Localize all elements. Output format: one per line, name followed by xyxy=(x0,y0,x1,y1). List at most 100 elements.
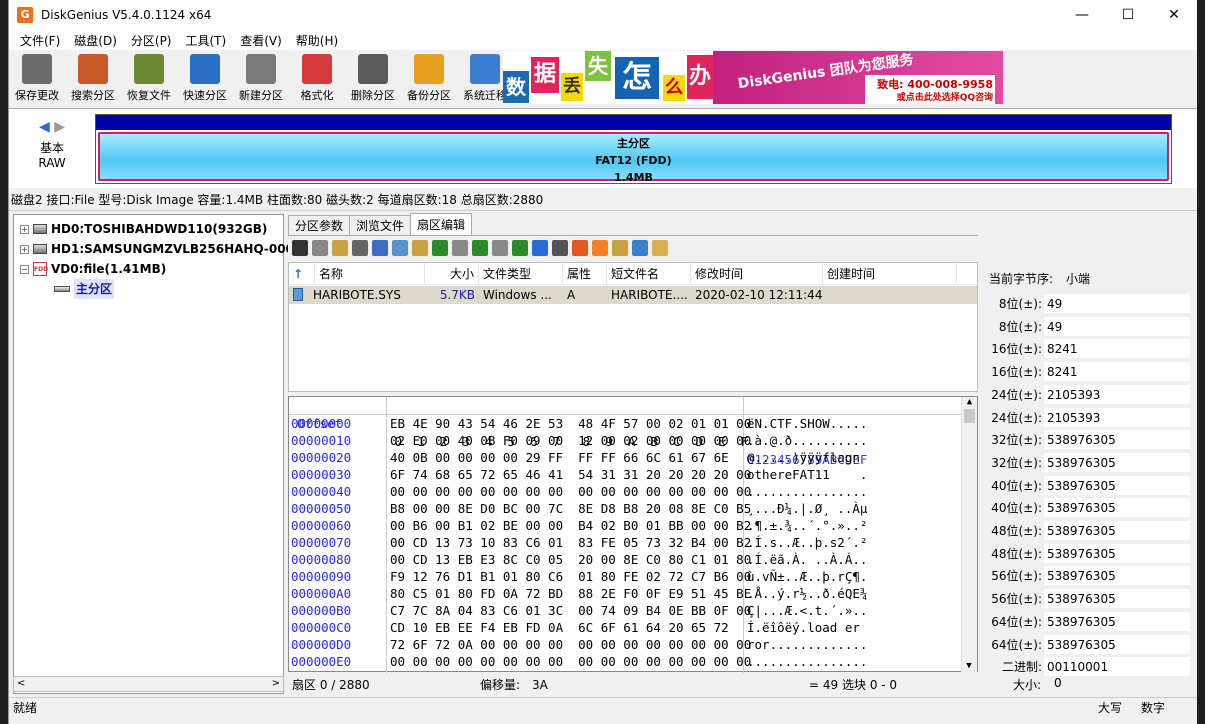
inspector-value[interactable]: 49 xyxy=(1044,294,1190,313)
hex-row[interactable]: 00000060 00 B6 00 B1 02 BE 00 00 B4 02 B0… xyxy=(289,517,977,534)
hex-row[interactable]: 000000D0 72 6F 72 0A 00 00 00 00 00 00 00… xyxy=(289,636,977,653)
menu-help[interactable]: 帮助(H) xyxy=(289,32,345,49)
hex-row[interactable]: 000000B0 C7 7C 8A 04 83 C6 01 3C 00 74 09… xyxy=(289,602,977,619)
scroll-right-icon[interactable]: > xyxy=(272,678,280,689)
export-icon[interactable] xyxy=(612,240,628,256)
tab-sector-edit[interactable]: 扇区编辑 xyxy=(410,213,473,235)
inspector-value[interactable]: 538976305 xyxy=(1044,475,1190,495)
toolbar-button[interactable]: 新建分区 xyxy=(233,52,289,103)
collapse-toggle[interactable]: − xyxy=(20,264,29,274)
inspector-value[interactable]: 8241 xyxy=(1044,362,1190,382)
inspector-value[interactable]: 538976305 xyxy=(1044,498,1190,518)
next-disk-icon[interactable]: ▶ xyxy=(54,119,65,135)
ad-banner[interactable]: 数 据 丢 失 怎 么 办 DiskGenius 团队为您服务 致电: 400-… xyxy=(503,51,1003,104)
inspector-value[interactable]: 538976305 xyxy=(1044,430,1190,450)
hex-row[interactable]: 00000050 B8 00 00 8E D0 BC 00 7C 8E D8 B8… xyxy=(289,500,977,517)
inspector-value[interactable]: 2105393 xyxy=(1044,384,1190,404)
undo-icon[interactable] xyxy=(352,240,368,256)
file-row[interactable]: HARIBOTE.SYS 5.7KB Windows ... A HARIBOT… xyxy=(289,286,977,304)
hex-row[interactable]: 000000A0 80 C5 01 80 FD 0A 72 BD 88 2E F0… xyxy=(289,585,977,602)
hex-row[interactable]: 00000000 EB 4E 90 43 54 46 2E 53 48 4F 57… xyxy=(289,415,977,432)
inspector-value[interactable]: 538976305 xyxy=(1044,521,1190,540)
tree-item-vd0[interactable]: − FDD VD0:file(1.41MB) xyxy=(20,259,166,279)
inspector-value[interactable]: 538976305 xyxy=(1044,566,1190,586)
paste-icon[interactable] xyxy=(332,240,348,256)
pie-icon[interactable] xyxy=(592,240,608,256)
next-sector-icon[interactable] xyxy=(552,240,568,256)
col-type[interactable]: 文件类型 xyxy=(479,263,563,284)
import-icon[interactable] xyxy=(632,240,648,256)
hex-ascii: @.....)ÿÿÿflagn xyxy=(747,450,860,465)
hex-row[interactable]: 00000010 02 E0 00 40 0B F0 09 00 12 00 02… xyxy=(289,432,977,449)
col-ctime[interactable]: 创建时间 xyxy=(823,263,957,284)
scroll-left-icon[interactable]: < xyxy=(17,678,25,689)
hex-row[interactable]: 00000020 40 0B 00 00 00 00 29 FF FF FF 66… xyxy=(289,449,977,466)
expand-toggle[interactable]: + xyxy=(20,244,29,254)
tree-item-partition[interactable]: 主分区 xyxy=(54,279,115,299)
maximize-button[interactable]: ☐ xyxy=(1105,0,1151,30)
col-mtime[interactable]: 修改时间 xyxy=(691,263,823,284)
save-icon[interactable] xyxy=(292,240,308,256)
prev-disk-icon[interactable]: ◀ xyxy=(39,119,50,135)
hex-row[interactable]: 00000070 00 CD 13 73 10 83 C6 01 83 FE 05… xyxy=(289,534,977,551)
color-icon[interactable] xyxy=(572,240,588,256)
partition-bar[interactable]: 主分区 FAT12 (FDD) 1.4MB xyxy=(95,114,1172,184)
menu-file[interactable]: 文件(F) xyxy=(13,32,67,49)
col-shortname[interactable]: 短文件名 xyxy=(607,263,691,284)
hex-row[interactable]: 00000080 00 CD 13 EB E3 8C C0 05 20 00 8E… xyxy=(289,551,977,568)
find-next-icon[interactable] xyxy=(392,240,408,256)
find-icon[interactable] xyxy=(372,240,388,256)
col-size[interactable]: 大小 xyxy=(425,263,479,284)
up-folder-icon[interactable]: ↑ xyxy=(289,263,315,284)
top-icon[interactable] xyxy=(492,240,508,256)
tree-item-hd0[interactable]: + HD0:TOSHIBAHDWD110(932GB) xyxy=(20,219,267,239)
inspector-value[interactable]: 8241 xyxy=(1044,339,1190,359)
hex-editor[interactable]: Offset 0 1 2 3 4 5 6 7 8 9 A B C D E F 0… xyxy=(288,396,978,673)
toolbar-button[interactable]: 搜索分区 xyxy=(65,52,121,103)
byte-order-value[interactable]: 小端 xyxy=(1066,269,1090,289)
expand-toggle[interactable]: + xyxy=(20,224,29,234)
toolbar-button[interactable]: 备份分区 xyxy=(401,52,457,103)
hex-row[interactable]: 00000040 00 00 00 00 00 00 00 00 00 00 00… xyxy=(289,483,977,500)
goto-icon[interactable] xyxy=(412,240,428,256)
toolbar-button[interactable]: 恢复文件 xyxy=(121,52,177,103)
tab-partition-params[interactable]: 分区参数 xyxy=(288,215,351,235)
inspector-value[interactable]: 538976305 xyxy=(1044,452,1190,472)
toolbar-button[interactable]: 格式化 xyxy=(289,52,345,103)
hex-row[interactable]: 00000030 6F 74 68 65 72 65 46 41 54 31 31… xyxy=(289,466,977,483)
inspector-value[interactable]: 538976305 xyxy=(1044,589,1190,609)
hex-row[interactable]: 00000090 F9 12 76 D1 B1 01 80 C6 01 80 FE… xyxy=(289,568,977,585)
inspector-value[interactable]: 49 xyxy=(1044,316,1190,336)
tree-hscrollbar[interactable]: < > xyxy=(13,676,284,692)
menu-partition[interactable]: 分区(P) xyxy=(124,32,179,49)
bottom-icon[interactable] xyxy=(512,240,528,256)
inspector-value[interactable]: 2105393 xyxy=(1044,407,1190,427)
menu-disk[interactable]: 磁盘(D) xyxy=(67,32,124,49)
hex-vscrollbar[interactable]: ▲ ▼ xyxy=(961,397,977,673)
inspector-value[interactable]: 538976305 xyxy=(1044,543,1190,563)
tree-item-hd1[interactable]: + HD1:SAMSUNGMZVLB256HAHQ-000 xyxy=(20,239,294,259)
prev-sector-icon[interactable] xyxy=(532,240,548,256)
close-button[interactable]: ✕ xyxy=(1151,0,1197,30)
toolbar-button[interactable]: 删除分区 xyxy=(345,52,401,103)
down-icon[interactable] xyxy=(472,240,488,256)
col-attr[interactable]: 属性 xyxy=(563,263,607,284)
minimize-button[interactable]: — xyxy=(1059,0,1105,30)
inspector-value[interactable]: 538976305 xyxy=(1044,634,1190,654)
toolbar-button[interactable]: 保存更改 xyxy=(9,52,65,103)
copy-icon[interactable] xyxy=(312,240,328,256)
banner-char: 么 xyxy=(663,75,685,101)
col-name[interactable]: 名称 xyxy=(315,263,425,284)
bookmark-icon[interactable] xyxy=(432,240,448,256)
partition-block[interactable]: 主分区 FAT12 (FDD) 1.4MB xyxy=(98,132,1169,184)
menu-view[interactable]: 查看(V) xyxy=(233,32,289,49)
open-folder-icon[interactable] xyxy=(652,240,668,256)
hex-row[interactable]: 000000E0 00 00 00 00 00 00 00 00 00 00 00… xyxy=(289,653,977,670)
toolbar-button[interactable]: 快速分区 xyxy=(177,52,233,103)
inspector-value[interactable]: 538976305 xyxy=(1044,611,1190,631)
home-icon[interactable] xyxy=(452,240,468,256)
hex-row[interactable]: 000000C0 CD 10 EB EE F4 EB FD 0A 6C 6F 61… xyxy=(289,619,977,636)
inspector-value[interactable]: 00110001 xyxy=(1044,657,1190,677)
tab-browse-files[interactable]: 浏览文件 xyxy=(349,215,412,235)
menu-tools[interactable]: 工具(T) xyxy=(179,32,234,49)
